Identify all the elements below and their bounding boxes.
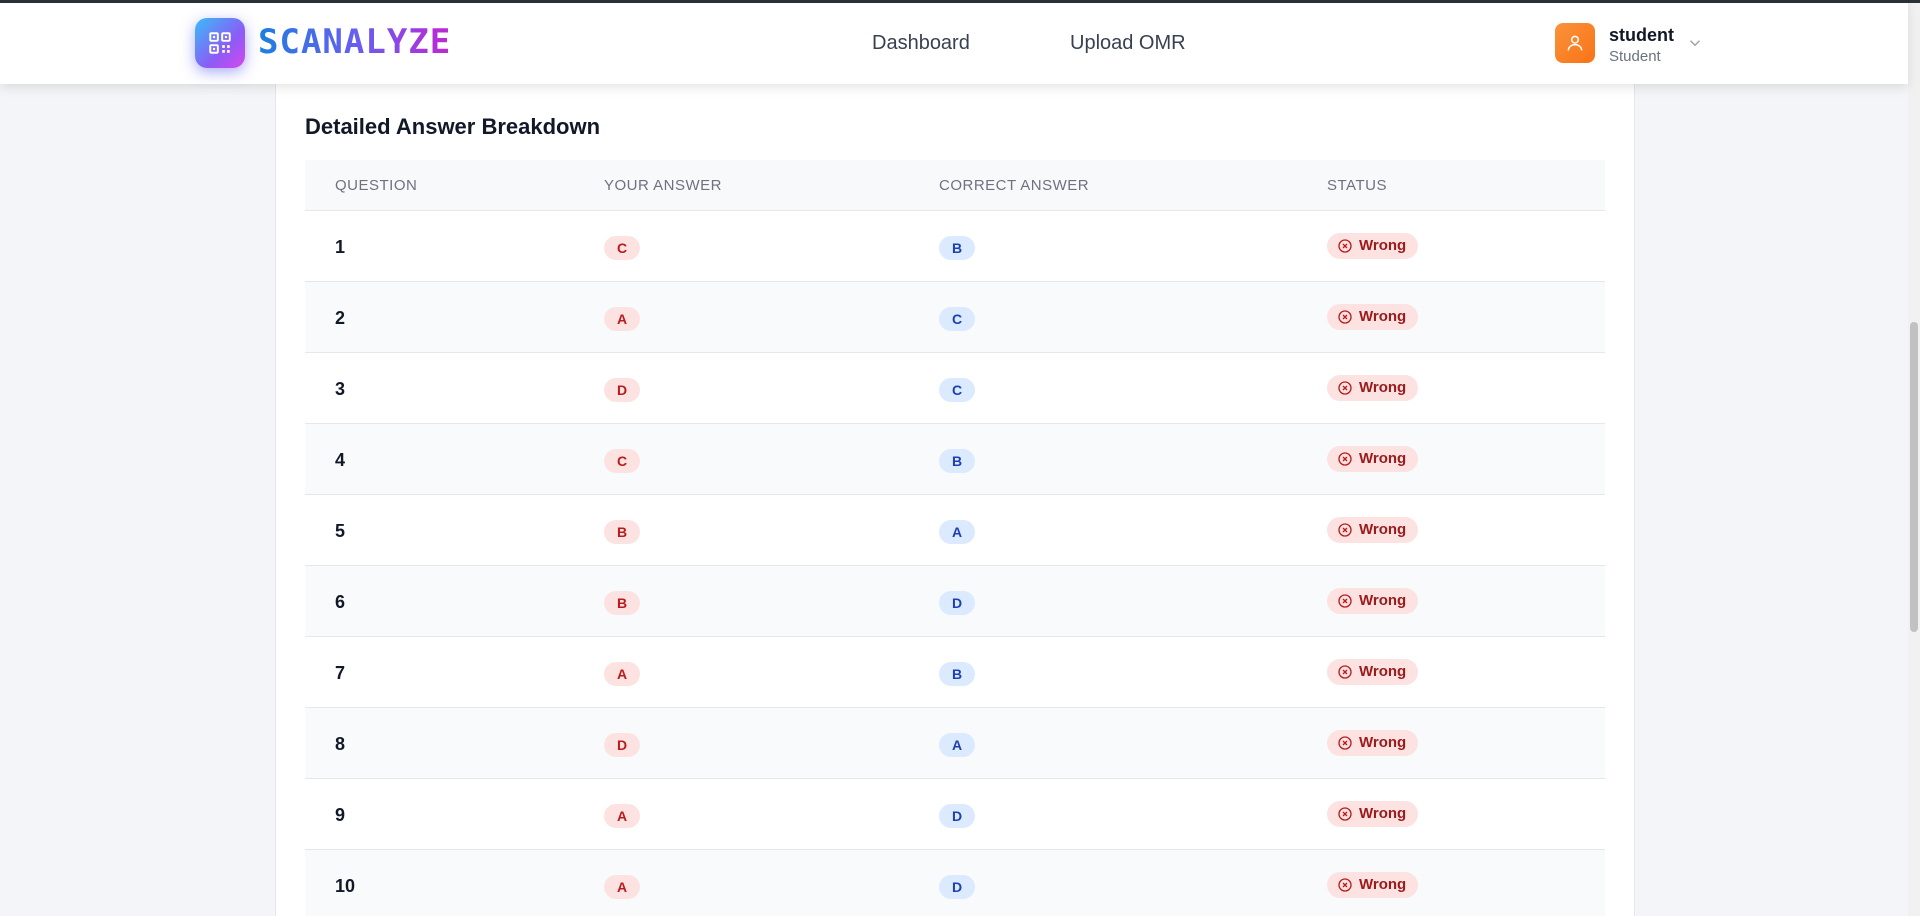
nav-upload-omr-link[interactable]: Upload OMR — [1070, 30, 1186, 56]
correct-answer-badge: D — [939, 591, 975, 615]
table-row: 5 B A Wrong — [305, 495, 1605, 566]
status-label: Wrong — [1359, 805, 1407, 822]
table-header: QUESTION YOUR ANSWER CORRECT ANSWER STAT… — [305, 160, 1605, 211]
status-badge: Wrong — [1327, 375, 1419, 401]
answer-table: QUESTION YOUR ANSWER CORRECT ANSWER STAT… — [305, 160, 1605, 916]
status-label: Wrong — [1359, 521, 1407, 538]
table-row: 8 D A Wrong — [305, 708, 1605, 779]
status-badge: Wrong — [1327, 659, 1419, 685]
status-label: Wrong — [1359, 592, 1407, 609]
header-your-answer: YOUR ANSWER — [604, 177, 723, 194]
table-row: 6 B D Wrong — [305, 566, 1605, 637]
header-correct-answer: CORRECT ANSWER — [939, 177, 1090, 194]
status-label: Wrong — [1359, 379, 1407, 396]
your-answer-badge: C — [604, 449, 640, 473]
your-answer-badge: A — [604, 662, 640, 686]
x-circle-icon — [1338, 807, 1352, 821]
top-navbar: SCANALYZE Dashboard Upload OMR student S… — [0, 0, 1908, 84]
status-badge: Wrong — [1327, 517, 1419, 543]
correct-answer-badge: B — [939, 662, 975, 686]
user-icon — [1567, 35, 1583, 51]
your-answer-badge: D — [604, 733, 640, 757]
your-answer-badge: B — [604, 520, 640, 544]
x-circle-icon — [1338, 381, 1352, 395]
scrollbar-thumb[interactable] — [1910, 322, 1918, 632]
your-answer-badge: A — [604, 875, 640, 899]
x-circle-icon — [1338, 878, 1352, 892]
correct-answer-badge: B — [939, 236, 975, 260]
window-top-strip — [0, 0, 1920, 3]
header-question: QUESTION — [335, 177, 418, 194]
table-row: 3 D C Wrong — [305, 353, 1605, 424]
user-role: Student — [1609, 48, 1661, 65]
question-number: 2 — [335, 308, 346, 328]
x-circle-icon — [1338, 452, 1352, 466]
your-answer-badge: B — [604, 591, 640, 615]
question-number: 1 — [335, 237, 346, 257]
x-circle-icon — [1338, 310, 1352, 324]
correct-answer-badge: B — [939, 449, 975, 473]
chevron-down-icon[interactable] — [1686, 34, 1704, 52]
table-row: 10 A D Wrong — [305, 850, 1605, 916]
status-badge: Wrong — [1327, 588, 1419, 614]
status-label: Wrong — [1359, 876, 1407, 893]
x-circle-icon — [1338, 736, 1352, 750]
table-body: 1 C B Wrong 2 A C Wrong 3 D C Wrong 4 C B Wrong 5 B A Wrong… — [305, 211, 1605, 916]
question-number: 3 — [335, 379, 346, 399]
header-status: STATUS — [1327, 177, 1387, 194]
brand-name[interactable]: SCANALYZE — [258, 20, 451, 64]
question-number: 4 — [335, 450, 346, 470]
user-name[interactable]: student — [1609, 24, 1674, 46]
status-badge: Wrong — [1327, 304, 1419, 330]
status-badge: Wrong — [1327, 233, 1419, 259]
correct-answer-badge: D — [939, 804, 975, 828]
table-row: 7 A B Wrong — [305, 637, 1605, 708]
qr-code-icon — [209, 32, 231, 54]
status-label: Wrong — [1359, 450, 1407, 467]
nav-dashboard-link[interactable]: Dashboard — [872, 30, 970, 56]
logo-badge[interactable] — [195, 18, 245, 68]
question-number: 5 — [335, 521, 346, 541]
x-circle-icon — [1338, 523, 1352, 537]
question-number: 8 — [335, 734, 346, 754]
your-answer-badge: A — [604, 804, 640, 828]
section-title: Detailed Answer Breakdown — [305, 114, 601, 139]
status-label: Wrong — [1359, 663, 1407, 680]
table-row: 9 A D Wrong — [305, 779, 1605, 850]
status-label: Wrong — [1359, 734, 1407, 751]
correct-answer-badge: C — [939, 307, 975, 331]
table-row: 4 C B Wrong — [305, 424, 1605, 495]
question-number: 7 — [335, 663, 346, 683]
correct-answer-badge: A — [939, 520, 975, 544]
your-answer-badge: C — [604, 236, 640, 260]
table-row: 1 C B Wrong — [305, 211, 1605, 282]
status-label: Wrong — [1359, 237, 1407, 254]
table-row: 2 A C Wrong — [305, 282, 1605, 353]
correct-answer-badge: A — [939, 733, 975, 757]
question-number: 10 — [335, 876, 356, 896]
question-number: 9 — [335, 805, 346, 825]
x-circle-icon — [1338, 665, 1352, 679]
x-circle-icon — [1338, 239, 1352, 253]
avatar[interactable] — [1555, 23, 1595, 63]
status-badge: Wrong — [1327, 730, 1419, 756]
correct-answer-badge: D — [939, 875, 975, 899]
your-answer-badge: D — [604, 378, 640, 402]
status-badge: Wrong — [1327, 446, 1419, 472]
status-badge: Wrong — [1327, 872, 1419, 898]
status-label: Wrong — [1359, 308, 1407, 325]
your-answer-badge: A — [604, 307, 640, 331]
question-number: 6 — [335, 592, 346, 612]
status-badge: Wrong — [1327, 801, 1419, 827]
x-circle-icon — [1338, 594, 1352, 608]
correct-answer-badge: C — [939, 378, 975, 402]
